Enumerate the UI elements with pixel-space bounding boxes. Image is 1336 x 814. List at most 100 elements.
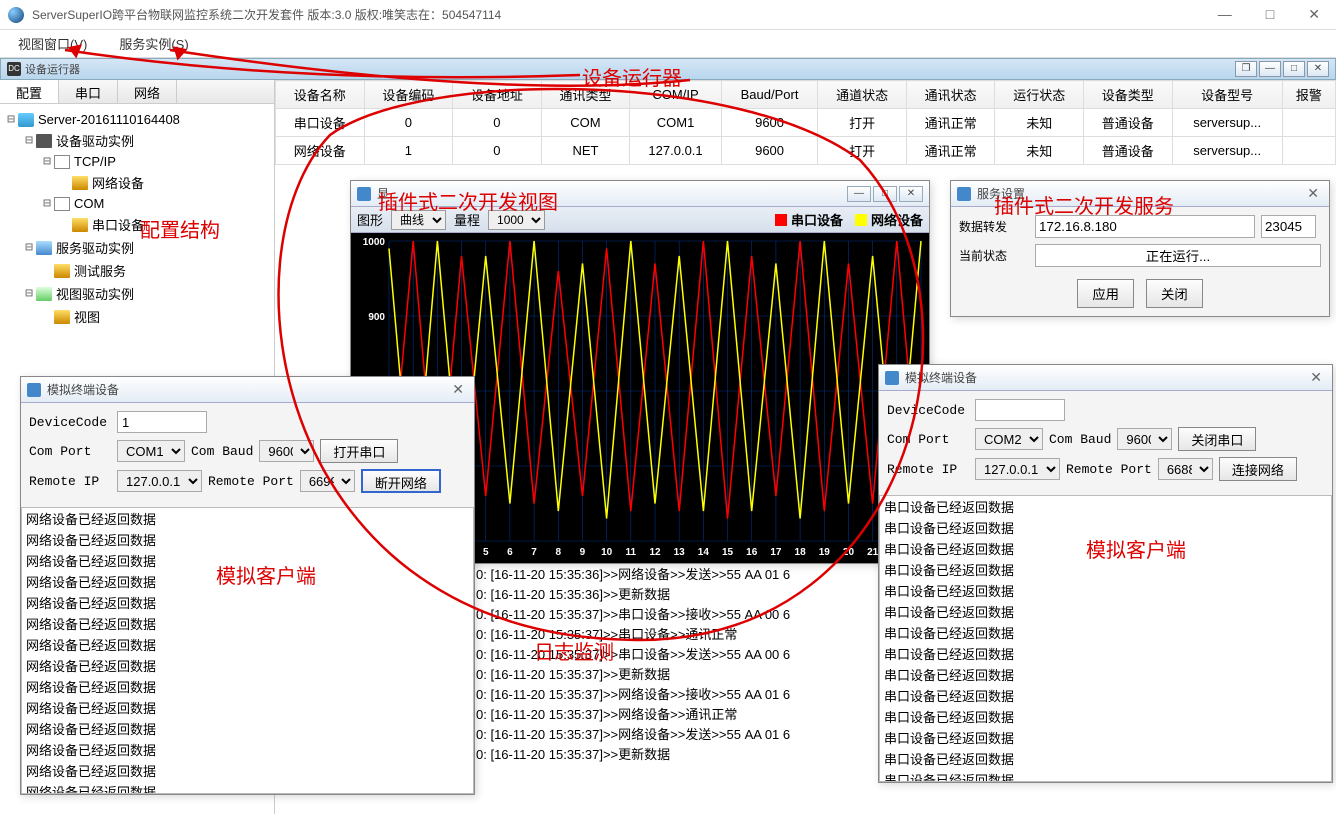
log-line[interactable]: 串口设备已经返回数据	[880, 685, 1331, 706]
log-line[interactable]: 串口设备已经返回数据	[880, 706, 1331, 727]
log-line[interactable]: 串口设备已经返回数据	[880, 496, 1331, 517]
expand-icon[interactable]: ⊟	[40, 154, 54, 169]
maximize-button[interactable]: □	[1258, 4, 1282, 25]
chart-close-button[interactable]: ✕	[899, 186, 923, 202]
menu-service-instance[interactable]: 服务实例(S)	[113, 30, 194, 57]
grid-header[interactable]: Baud/Port	[721, 81, 817, 109]
term1-combaud-select[interactable]: 9600	[259, 440, 314, 462]
log-line[interactable]: 网络设备已经返回数据	[22, 655, 473, 676]
mdi-maximize-button[interactable]: □	[1283, 61, 1305, 77]
svc-close-button[interactable]: ✕	[1303, 185, 1323, 202]
term2-combaud-select[interactable]: 9600	[1117, 428, 1172, 450]
expand-icon[interactable]: ⊟	[4, 112, 18, 127]
tree-view[interactable]: ⊟Server-20161110164408 ⊟设备驱动实例 ⊟TCP/IP 网…	[0, 104, 274, 334]
tree-server[interactable]: Server-20161110164408	[38, 112, 180, 127]
minimize-button[interactable]: —	[1210, 4, 1240, 25]
log-line[interactable]: 网络设备已经返回数据	[22, 529, 473, 550]
grid-header[interactable]: 设备编码	[364, 81, 453, 109]
center-log[interactable]: 0: [16-11-20 15:35:36]>>网络设备>>发送>>55 AA …	[476, 565, 881, 785]
log-line[interactable]: 串口设备已经返回数据	[880, 664, 1331, 685]
term1-remoteip-select[interactable]: 127.0.0.1	[117, 470, 202, 492]
term1-disconnect-button[interactable]: 断开网络	[361, 469, 441, 493]
grid-header[interactable]: 通讯状态	[906, 81, 995, 109]
log-line[interactable]: 串口设备已经返回数据	[880, 748, 1331, 769]
grid-header[interactable]: 设备地址	[453, 81, 542, 109]
grid-header[interactable]: 通讯类型	[541, 81, 630, 109]
chart-min-button[interactable]: —	[847, 186, 871, 202]
close-button[interactable]: ✕	[1300, 4, 1328, 25]
expand-icon[interactable]: ⊟	[22, 286, 36, 301]
tree-com[interactable]: COM	[74, 196, 104, 211]
svc-ip-input[interactable]	[1035, 215, 1255, 238]
tab-config[interactable]: 配置	[0, 80, 59, 103]
chart-max-button[interactable]: □	[873, 186, 897, 202]
tree-view-item[interactable]: 视图	[74, 307, 100, 326]
mdi-minimize-button[interactable]: —	[1259, 61, 1281, 77]
grid-header[interactable]: 设备类型	[1083, 81, 1172, 109]
grid-header[interactable]: 通道状态	[818, 81, 907, 109]
menu-view-window[interactable]: 视图窗口(V)	[12, 30, 93, 57]
term1-remoteport-select[interactable]: 6699	[300, 470, 355, 492]
log-line[interactable]: 串口设备已经返回数据	[880, 727, 1331, 748]
service-settings-window[interactable]: 服务设置 ✕ 数据转发 当前状态 应用 关闭	[950, 180, 1330, 317]
log-line[interactable]: 网络设备已经返回数据	[22, 697, 473, 718]
tab-serial[interactable]: 串口	[59, 80, 118, 103]
expand-icon[interactable]: ⊟	[22, 133, 36, 148]
log-line[interactable]: 网络设备已经返回数据	[22, 634, 473, 655]
tree-serial-device[interactable]: 串口设备	[92, 215, 144, 234]
chart-type-select[interactable]: 曲线	[391, 210, 446, 230]
term2-log[interactable]: 串口设备已经返回数据串口设备已经返回数据串口设备已经返回数据串口设备已经返回数据…	[879, 495, 1332, 782]
device-grid[interactable]: 设备名称设备编码设备地址通讯类型COM/IPBaud/Port通道状态通讯状态运…	[275, 80, 1336, 165]
chart-range-select[interactable]: 1000	[488, 210, 545, 230]
mdi-restore-button[interactable]: ❐	[1235, 61, 1257, 77]
log-line[interactable]: 串口设备已经返回数据	[880, 643, 1331, 664]
terminal-2-window[interactable]: 模拟终端设备 ✕ DeviceCode Com Port COM2 Com Ba…	[878, 364, 1333, 783]
tree-device-driver[interactable]: 设备驱动实例	[56, 131, 134, 150]
log-line[interactable]: 网络设备已经返回数据	[22, 718, 473, 739]
log-line[interactable]: 网络设备已经返回数据	[22, 739, 473, 760]
term2-close-serial-button[interactable]: 关闭串口	[1178, 427, 1256, 451]
expand-icon[interactable]: ⊟	[22, 240, 36, 255]
tab-network[interactable]: 网络	[118, 80, 177, 103]
log-line[interactable]: 串口设备已经返回数据	[880, 601, 1331, 622]
term2-connect-button[interactable]: 连接网络	[1219, 457, 1297, 481]
grid-header[interactable]: COM/IP	[630, 81, 722, 109]
term1-log[interactable]: 网络设备已经返回数据网络设备已经返回数据网络设备已经返回数据网络设备已经返回数据…	[21, 507, 474, 794]
log-line[interactable]: 网络设备已经返回数据	[22, 571, 473, 592]
svc-apply-button[interactable]: 应用	[1077, 279, 1134, 308]
terminal-1-window[interactable]: 模拟终端设备 ✕ DeviceCode Com Port COM1 Com Ba…	[20, 376, 475, 795]
svc-port-input[interactable]	[1261, 215, 1316, 238]
grid-header[interactable]: 运行状态	[995, 81, 1084, 109]
table-row[interactable]: 网络设备10NET127.0.0.19600打开通讯正常未知普通设备server…	[276, 137, 1336, 165]
log-line[interactable]: 网络设备已经返回数据	[22, 676, 473, 697]
term2-comport-select[interactable]: COM2	[975, 428, 1043, 450]
log-line[interactable]: 网络设备已经返回数据	[22, 508, 473, 529]
log-line[interactable]: 串口设备已经返回数据	[880, 538, 1331, 559]
tree-view-driver[interactable]: 视图驱动实例	[56, 284, 134, 303]
expand-icon[interactable]: ⊟	[40, 196, 54, 211]
tree-test-service[interactable]: 测试服务	[74, 261, 126, 280]
tree-net-device[interactable]: 网络设备	[92, 173, 144, 192]
log-line[interactable]: 串口设备已经返回数据	[880, 559, 1331, 580]
log-line[interactable]: 串口设备已经返回数据	[880, 769, 1331, 782]
term2-devcode-input[interactable]	[975, 399, 1065, 421]
log-line[interactable]: 网络设备已经返回数据	[22, 592, 473, 613]
term1-close-button[interactable]: ✕	[448, 381, 468, 398]
log-line[interactable]: 网络设备已经返回数据	[22, 550, 473, 571]
term1-devcode-input[interactable]	[117, 411, 207, 433]
mdi-close-button[interactable]: ✕	[1307, 61, 1329, 77]
log-line[interactable]: 串口设备已经返回数据	[880, 517, 1331, 538]
term2-remoteip-select[interactable]: 127.0.0.1	[975, 458, 1060, 480]
svc-close-btn[interactable]: 关闭	[1146, 279, 1203, 308]
grid-header[interactable]: 设备名称	[276, 81, 365, 109]
log-line[interactable]: 串口设备已经返回数据	[880, 580, 1331, 601]
grid-header[interactable]: 报警	[1282, 81, 1335, 109]
term1-open-serial-button[interactable]: 打开串口	[320, 439, 398, 463]
log-line[interactable]: 串口设备已经返回数据	[880, 622, 1331, 643]
term1-comport-select[interactable]: COM1	[117, 440, 185, 462]
term2-remoteport-select[interactable]: 6688	[1158, 458, 1213, 480]
tree-service-driver[interactable]: 服务驱动实例	[56, 238, 134, 257]
table-row[interactable]: 串口设备00COMCOM19600打开通讯正常未知普通设备serversup..…	[276, 109, 1336, 137]
tree-tcpip[interactable]: TCP/IP	[74, 154, 116, 169]
log-line[interactable]: 网络设备已经返回数据	[22, 760, 473, 781]
